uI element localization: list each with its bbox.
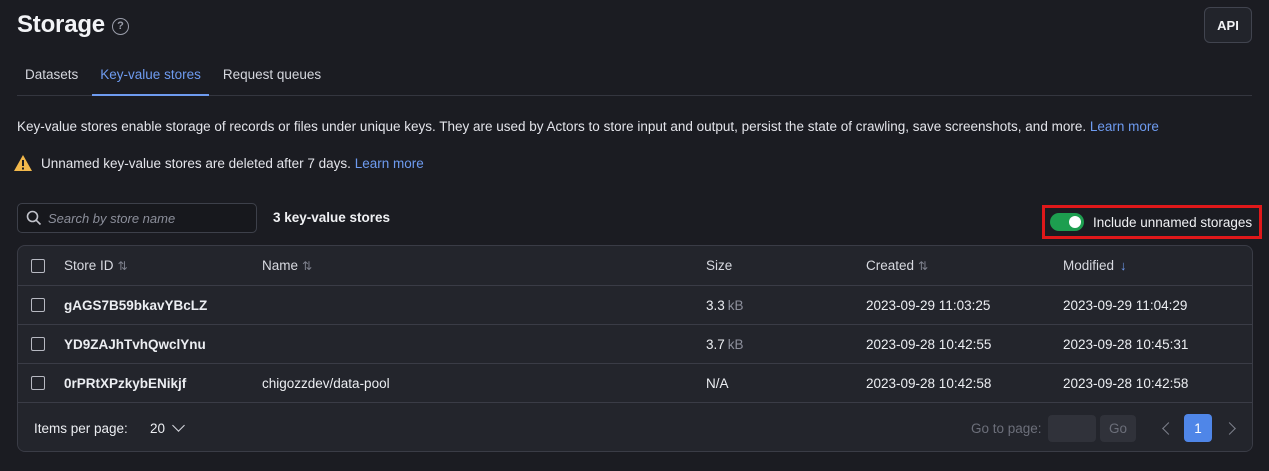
store-size-value: 3.7 [706,336,725,352]
page-title: Storage [17,11,105,38]
column-modified-label: Modified [1063,258,1115,273]
include-unnamed-label: Include unnamed storages [1093,214,1253,230]
store-id[interactable]: gAGS7B59bkavYBcLZ [64,298,207,313]
items-per-page-value: 20 [150,420,166,436]
search-box[interactable] [17,203,257,233]
chevron-right-icon[interactable] [1223,421,1236,435]
store-name: chigozzdev/data-pool [262,375,390,391]
table-row[interactable]: 0rPRtXPzkybENikjf chigozzdev/data-pool N… [18,364,1252,403]
chevron-left-icon[interactable] [1162,421,1175,435]
include-unnamed-highlight: Include unnamed storages [1042,205,1262,239]
store-created: 2023-09-29 11:03:25 [866,297,991,313]
table-row[interactable]: gAGS7B59bkavYBcLZ 3.3 kB 2023-09-29 11:03… [18,286,1252,325]
store-created: 2023-09-28 10:42:58 [866,375,992,391]
store-size-unit: kB [727,336,744,352]
row-checkbox[interactable] [31,298,45,312]
store-size: N/A [706,376,732,391]
title-row: Storage ? [17,11,129,39]
tab-key-value-stores[interactable]: Key-value stores [92,56,209,96]
column-created[interactable]: Created ⇅ [866,258,928,273]
store-modified: 2023-09-28 10:45:31 [1063,336,1189,352]
goto-page-label: Go to page: [971,420,1042,436]
sort-icon: ⇅ [302,259,313,273]
api-button[interactable]: API [1204,7,1252,43]
store-modified: 2023-09-28 10:42:58 [1063,375,1189,391]
store-created: 2023-09-28 10:42:55 [866,336,992,352]
sort-icon: ⇅ [117,259,128,273]
store-size-value: 3.3 [706,297,725,313]
store-count: 3 key-value stores [273,210,391,225]
store-size-value: N/A [706,375,729,391]
row-checkbox[interactable] [31,337,45,351]
column-modified[interactable]: Modified ↓ [1063,258,1127,273]
table-footer: Items per page: 20 Go to page: Go 1 [18,403,1252,451]
column-created-label: Created [866,258,915,273]
store-size-unit: kB [727,297,744,313]
row-checkbox[interactable] [31,376,45,390]
tab-datasets[interactable]: Datasets [17,56,86,96]
sort-icon: ⇅ [918,259,929,273]
table-row[interactable]: YD9ZAJhTvhQwclYnu 3.7 kB 2023-09-28 10:42… [18,325,1252,364]
warning-learn-more-link[interactable]: Learn more [355,156,424,171]
storage-table: Store ID ⇅ Name ⇅ Size Created ⇅ Modified ↓ … [17,245,1253,452]
toggle-knob [1069,216,1081,228]
chevron-down-icon [172,419,185,432]
page-1-button[interactable]: 1 [1184,414,1212,442]
store-size: 3.3 kB [706,298,744,313]
go-button[interactable]: Go [1100,414,1136,442]
help-icon[interactable]: ? [111,17,129,35]
search-input[interactable] [48,210,248,226]
tab-request-queues[interactable]: Request queues [215,56,329,96]
store-id[interactable]: 0rPRtXPzkybENikjf [64,376,186,391]
tab-bar: Datasets Key-value stores Request queues [17,56,1252,96]
column-name[interactable]: Name ⇅ [262,258,312,273]
column-store-id[interactable]: Store ID ⇅ [64,258,128,273]
warning-banner: Unnamed key-value stores are deleted aft… [13,154,424,172]
column-store-id-label: Store ID [64,258,114,273]
column-name-label: Name [262,258,299,273]
store-modified: 2023-09-29 11:04:29 [1063,297,1188,313]
include-unnamed-toggle[interactable] [1050,213,1084,231]
table-header: Store ID ⇅ Name ⇅ Size Created ⇅ Modified ↓ [18,246,1252,286]
search-icon [26,210,42,226]
warning-triangle-icon [14,155,32,171]
description-body: Key-value stores enable storage of recor… [17,119,1090,134]
store-size: 3.7 kB [706,337,744,352]
sort-desc-icon: ↓ [1120,258,1127,273]
warning-text: Unnamed key-value stores are deleted aft… [41,155,351,171]
items-per-page-select[interactable]: 20 [150,419,185,436]
store-id[interactable]: YD9ZAJhTvhQwclYnu [64,337,206,352]
learn-more-link[interactable]: Learn more [1090,119,1159,134]
description-text: Key-value stores enable storage of recor… [17,119,1159,134]
goto-page-input[interactable] [1048,414,1096,442]
column-size: Size [706,258,733,273]
items-per-page-label: Items per page: [34,420,128,436]
select-all-checkbox[interactable] [31,258,45,273]
